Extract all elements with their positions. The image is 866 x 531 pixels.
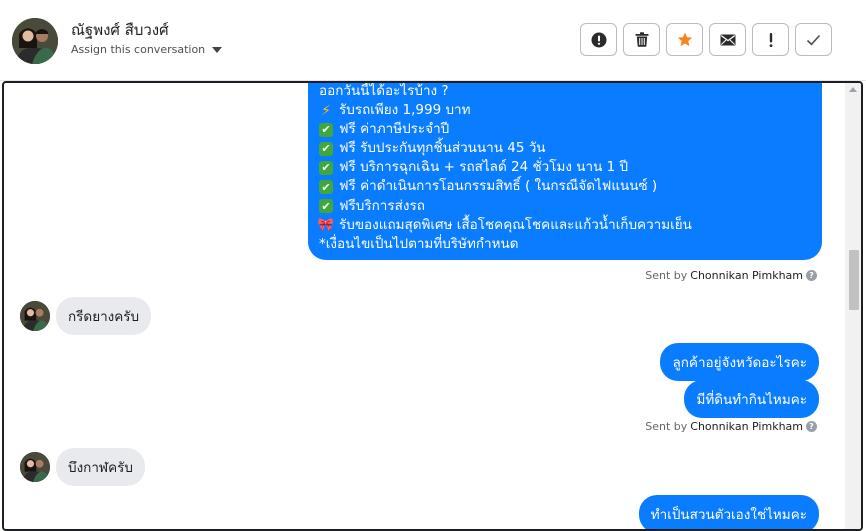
mark-done-button[interactable] [795, 23, 832, 56]
scroll-up-arrow-icon[interactable] [849, 87, 857, 92]
trash-icon [635, 32, 648, 47]
alert-circle-icon [591, 32, 606, 47]
star-icon [677, 32, 692, 47]
promo-line: ✔ ฟรี ค่าดำเนินการโอนกรรมสิทธิ์ ( ในกรณี… [319, 177, 810, 196]
promo-line: 🎀 รับของแถมสุดพิเศษ เสื้อโชคคุณโชคและแก้… [317, 216, 810, 235]
assign-conversation-dropdown[interactable]: Assign this conversation [71, 43, 223, 56]
sent-by-prefix: Sent by [645, 420, 688, 433]
contact-avatar-small[interactable] [20, 301, 50, 331]
scrollbar[interactable] [845, 83, 861, 529]
promo-line: *เงื่อนไขเป็นไปตามที่บริษัทกำหนด [319, 235, 810, 254]
conversation-header: ณัฐพงศ์ สืบวงศ์ Assign this conversation [0, 0, 866, 81]
scrollbar-thumb[interactable] [849, 250, 859, 310]
promo-line: ⚡ รับรถเพียง 1,999 บาท [319, 101, 810, 120]
promo-line-text: ฟรี ค่าภาษีประจำปี [339, 121, 450, 138]
promo-line: ออกวันนี้ได้อะไรบ้าง ? [319, 83, 810, 101]
check-box-icon: ✔ [319, 199, 333, 214]
promo-line-text: รับรถเพียง 1,999 บาท [339, 102, 471, 119]
delete-button[interactable] [623, 23, 660, 56]
incoming-message-row: บึงกาฬครับ [20, 448, 145, 486]
check-box-icon: ✔ [319, 180, 333, 195]
check-box-icon: ✔ [319, 160, 333, 175]
check-icon [806, 34, 821, 45]
star-button[interactable] [666, 23, 703, 56]
lightning-icon: ⚡ [321, 102, 331, 119]
contact-name: ณัฐพงศ์ สืบวงศ์ [71, 21, 169, 39]
promo-line: ✔ ฟรี บริการฉุกเฉิน + รถสไลด์ 24 ชั่วโมง… [319, 158, 810, 177]
contact-avatar[interactable] [12, 18, 58, 64]
sent-by-agent: Chonnikan Pimkham [690, 420, 803, 433]
sent-by-info: Sent by Chonnikan Pimkham ? [645, 420, 817, 433]
incoming-message: กรีดยางครับ [56, 297, 152, 335]
promo-line-text: ฟรี บริการฉุกเฉิน + รถสไลด์ 24 ชั่วโมง น… [339, 159, 629, 176]
incoming-message: บึงกาฬครับ [56, 448, 145, 486]
promo-line-text: ออกวันนี้ได้อะไรบ้าง ? [319, 83, 449, 99]
promo-line: ✔ ฟรี รับประกันทุกชิ้นส่วนนาน 45 วัน [319, 139, 810, 158]
sent-by-info: Sent by Chonnikan Pimkham ? [645, 269, 817, 282]
promo-line-text: ฟรีบริการส่งรถ [339, 197, 425, 214]
header-actions [580, 23, 832, 56]
assign-label: Assign this conversation [71, 43, 206, 56]
incoming-message-row: กรีดยางครับ [20, 297, 152, 335]
outgoing-message: มีที่ดินทำกินไหมคะ [684, 380, 819, 418]
mark-spam-button[interactable] [580, 23, 617, 56]
check-box-icon: ✔ [319, 122, 333, 137]
caret-down-icon [212, 46, 223, 53]
promo-message: ออกวันนี้ได้อะไรบ้าง ? ⚡ รับรถเพียง 1,99… [308, 83, 822, 260]
mark-unread-button[interactable] [709, 23, 746, 56]
message-thread[interactable]: ออกวันนี้ได้อะไรบ้าง ? ⚡ รับรถเพียง 1,99… [2, 81, 863, 531]
promo-line: ✔ ฟรี ค่าภาษีประจำปี [319, 120, 810, 139]
important-button[interactable] [752, 23, 789, 56]
promo-line: ✔ ฟรีบริการส่งรถ [319, 197, 810, 216]
exclamation-icon [769, 32, 772, 47]
help-icon[interactable]: ? [806, 421, 817, 432]
contact-avatar-small[interactable] [20, 452, 50, 482]
ribbon-icon: 🎀 [317, 217, 335, 233]
sent-by-prefix: Sent by [645, 269, 688, 282]
outgoing-message: ลูกค้าอยู่จังหวัดอะไรคะ [660, 343, 819, 381]
promo-line-text: ฟรี รับประกันทุกชิ้นส่วนนาน 45 วัน [339, 140, 546, 157]
help-icon[interactable]: ? [806, 270, 817, 281]
check-box-icon: ✔ [319, 141, 333, 156]
envelope-icon [720, 34, 735, 45]
sent-by-agent: Chonnikan Pimkham [690, 269, 803, 282]
promo-line-text: *เงื่อนไขเป็นไปตามที่บริษัทกำหนด [319, 235, 519, 252]
promo-line-text: ฟรี ค่าดำเนินการโอนกรรมสิทธิ์ ( ในกรณีจั… [339, 178, 658, 195]
promo-line-text: รับของแถมสุดพิเศษ เสื้อโชคคุณโชคและแก้วน… [339, 216, 692, 233]
